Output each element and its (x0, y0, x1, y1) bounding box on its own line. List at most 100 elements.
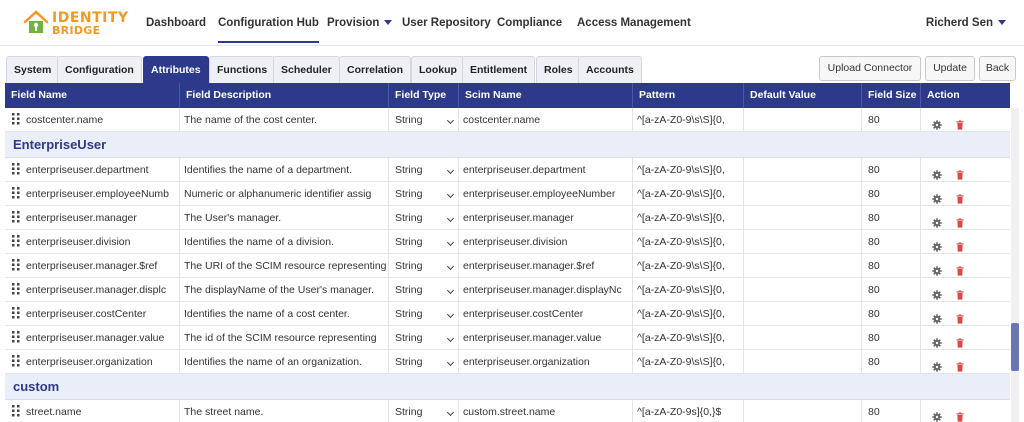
scim-name-cell[interactable]: enterpriseuser.department (459, 158, 633, 182)
table-row[interactable]: enterpriseuser.department Identifies the … (5, 158, 1010, 182)
col-field-size[interactable]: Field Size (862, 83, 921, 108)
field-type-select[interactable]: String (389, 206, 459, 230)
field-type-select[interactable]: String (389, 254, 459, 278)
field-type-select[interactable]: String (389, 230, 459, 254)
pattern-cell[interactable]: ^[a-zA-Z0-9\s\S]{0, (633, 350, 744, 374)
drag-handle-icon[interactable] (12, 283, 20, 295)
default-value-cell[interactable] (744, 158, 862, 182)
field-name-cell[interactable]: enterpriseuser.manager.value (5, 326, 180, 350)
field-name-cell[interactable]: enterpriseuser.department (5, 158, 180, 182)
col-default-value[interactable]: Default Value (744, 83, 862, 108)
gear-icon[interactable] (932, 357, 942, 372)
drag-handle-icon[interactable] (12, 211, 20, 223)
pattern-cell[interactable]: ^[a-zA-Z0-9\s\S]{0, (633, 278, 744, 302)
col-field-name[interactable]: Field Name (5, 83, 180, 108)
trash-icon[interactable] (955, 237, 965, 252)
scim-name-cell[interactable]: enterpriseuser.costCenter (459, 302, 633, 326)
pattern-cell[interactable]: ^[a-zA-Z0-9\s\S]{0, (633, 206, 744, 230)
field-size-cell[interactable]: 80 (862, 350, 921, 374)
gear-icon[interactable] (932, 261, 942, 276)
drag-handle-icon[interactable] (12, 331, 20, 343)
field-size-cell[interactable]: 80 (862, 182, 921, 206)
default-value-cell[interactable] (744, 108, 862, 132)
tab-system[interactable]: System (6, 56, 60, 83)
default-value-cell[interactable] (744, 302, 862, 326)
field-size-cell[interactable]: 80 (862, 400, 921, 422)
default-value-cell[interactable] (744, 278, 862, 302)
field-description-cell[interactable]: The URI of the SCIM resource representin… (180, 254, 389, 278)
brand-logo[interactable]: IDENTITY BRIDGE (22, 8, 128, 38)
scrollbar-thumb[interactable] (1011, 323, 1019, 371)
nav-access-management[interactable]: Access Management (577, 0, 691, 46)
scim-name-cell[interactable]: enterpriseuser.manager.displayNc (459, 278, 633, 302)
trash-icon[interactable] (955, 261, 965, 276)
nav-provision[interactable]: Provision (327, 0, 393, 46)
field-size-cell[interactable]: 80 (862, 230, 921, 254)
field-name-cell[interactable]: enterpriseuser.division (5, 230, 180, 254)
default-value-cell[interactable] (744, 400, 862, 422)
default-value-cell[interactable] (744, 350, 862, 374)
tab-configuration[interactable]: Configuration (57, 56, 142, 83)
field-name-cell[interactable]: enterpriseuser.manager (5, 206, 180, 230)
update-button[interactable]: Update (925, 56, 975, 81)
gear-icon[interactable] (932, 407, 942, 422)
table-row[interactable]: enterpriseuser.employeeNumb Numeric or al… (5, 182, 1010, 206)
pattern-cell[interactable]: ^[a-zA-Z0-9\s\S]{0, (633, 254, 744, 278)
vertical-scrollbar[interactable] (1011, 108, 1019, 422)
table-row[interactable]: enterpriseuser.division Identifies the na… (5, 230, 1010, 254)
gear-icon[interactable] (932, 309, 942, 324)
pattern-cell[interactable]: ^[a-zA-Z0-9\s\S]{0, (633, 230, 744, 254)
default-value-cell[interactable] (744, 206, 862, 230)
field-name-cell[interactable]: enterpriseuser.manager.displc (5, 278, 180, 302)
drag-handle-icon[interactable] (12, 307, 20, 319)
gear-icon[interactable] (932, 237, 942, 252)
nav-dashboard[interactable]: Dashboard (146, 0, 206, 46)
table-row[interactable]: enterpriseuser.costCenter Identifies the … (5, 302, 1010, 326)
field-size-cell[interactable]: 80 (862, 108, 921, 132)
trash-icon[interactable] (955, 115, 965, 130)
pattern-cell[interactable]: ^[a-zA-Z0-9\s\S]{0, (633, 326, 744, 350)
scim-name-cell[interactable]: enterpriseuser.manager.$ref (459, 254, 633, 278)
field-type-select[interactable]: String (389, 326, 459, 350)
trash-icon[interactable] (955, 309, 965, 324)
gear-icon[interactable] (932, 285, 942, 300)
pattern-cell[interactable]: ^[a-zA-Z0-9\s\S]{0, (633, 302, 744, 326)
scim-name-cell[interactable]: enterpriseuser.manager.value (459, 326, 633, 350)
field-description-cell[interactable]: The displayName of the User's manager. (180, 278, 389, 302)
group-header[interactable]: custom (5, 374, 1010, 400)
field-size-cell[interactable]: 80 (862, 302, 921, 326)
trash-icon[interactable] (955, 333, 965, 348)
nav-user-repository[interactable]: User Repository (402, 0, 491, 46)
field-type-select[interactable]: String (389, 400, 459, 422)
drag-handle-icon[interactable] (12, 113, 20, 125)
col-field-type[interactable]: Field Type (389, 83, 459, 108)
scim-name-cell[interactable]: enterpriseuser.manager (459, 206, 633, 230)
gear-icon[interactable] (932, 115, 942, 130)
pattern-cell[interactable]: ^[a-zA-Z0-9\s\S]{0, (633, 158, 744, 182)
nav-configuration-hub[interactable]: Configuration Hub (218, 0, 319, 46)
trash-icon[interactable] (955, 407, 965, 422)
field-type-select[interactable]: String (389, 302, 459, 326)
trash-icon[interactable] (955, 213, 965, 228)
field-description-cell[interactable]: Numeric or alphanumeric identifier assig (180, 182, 389, 206)
field-description-cell[interactable]: The User's manager. (180, 206, 389, 230)
tab-entitlement[interactable]: Entitlement (462, 56, 536, 83)
pattern-cell[interactable]: ^[a-zA-Z0-9\s\S]{0, (633, 182, 744, 206)
field-size-cell[interactable]: 80 (862, 254, 921, 278)
field-size-cell[interactable]: 80 (862, 206, 921, 230)
col-action[interactable]: Action (921, 83, 1010, 108)
field-size-cell[interactable]: 80 (862, 326, 921, 350)
scim-name-cell[interactable]: enterpriseuser.employeeNumber (459, 182, 633, 206)
table-row[interactable]: costcenter.name The name of the cost cent… (5, 108, 1010, 132)
tab-attributes[interactable]: Attributes (143, 56, 209, 83)
col-scim-name[interactable]: Scim Name (459, 83, 633, 108)
field-description-cell[interactable]: Identifies the name of a department. (180, 158, 389, 182)
field-type-select[interactable]: String (389, 158, 459, 182)
field-type-select[interactable]: String (389, 108, 459, 132)
table-row[interactable]: enterpriseuser.manager The User's manager… (5, 206, 1010, 230)
field-name-cell[interactable]: enterpriseuser.costCenter (5, 302, 180, 326)
field-name-cell[interactable]: costcenter.name (5, 108, 180, 132)
field-size-cell[interactable]: 80 (862, 278, 921, 302)
trash-icon[interactable] (955, 357, 965, 372)
field-type-select[interactable]: String (389, 350, 459, 374)
